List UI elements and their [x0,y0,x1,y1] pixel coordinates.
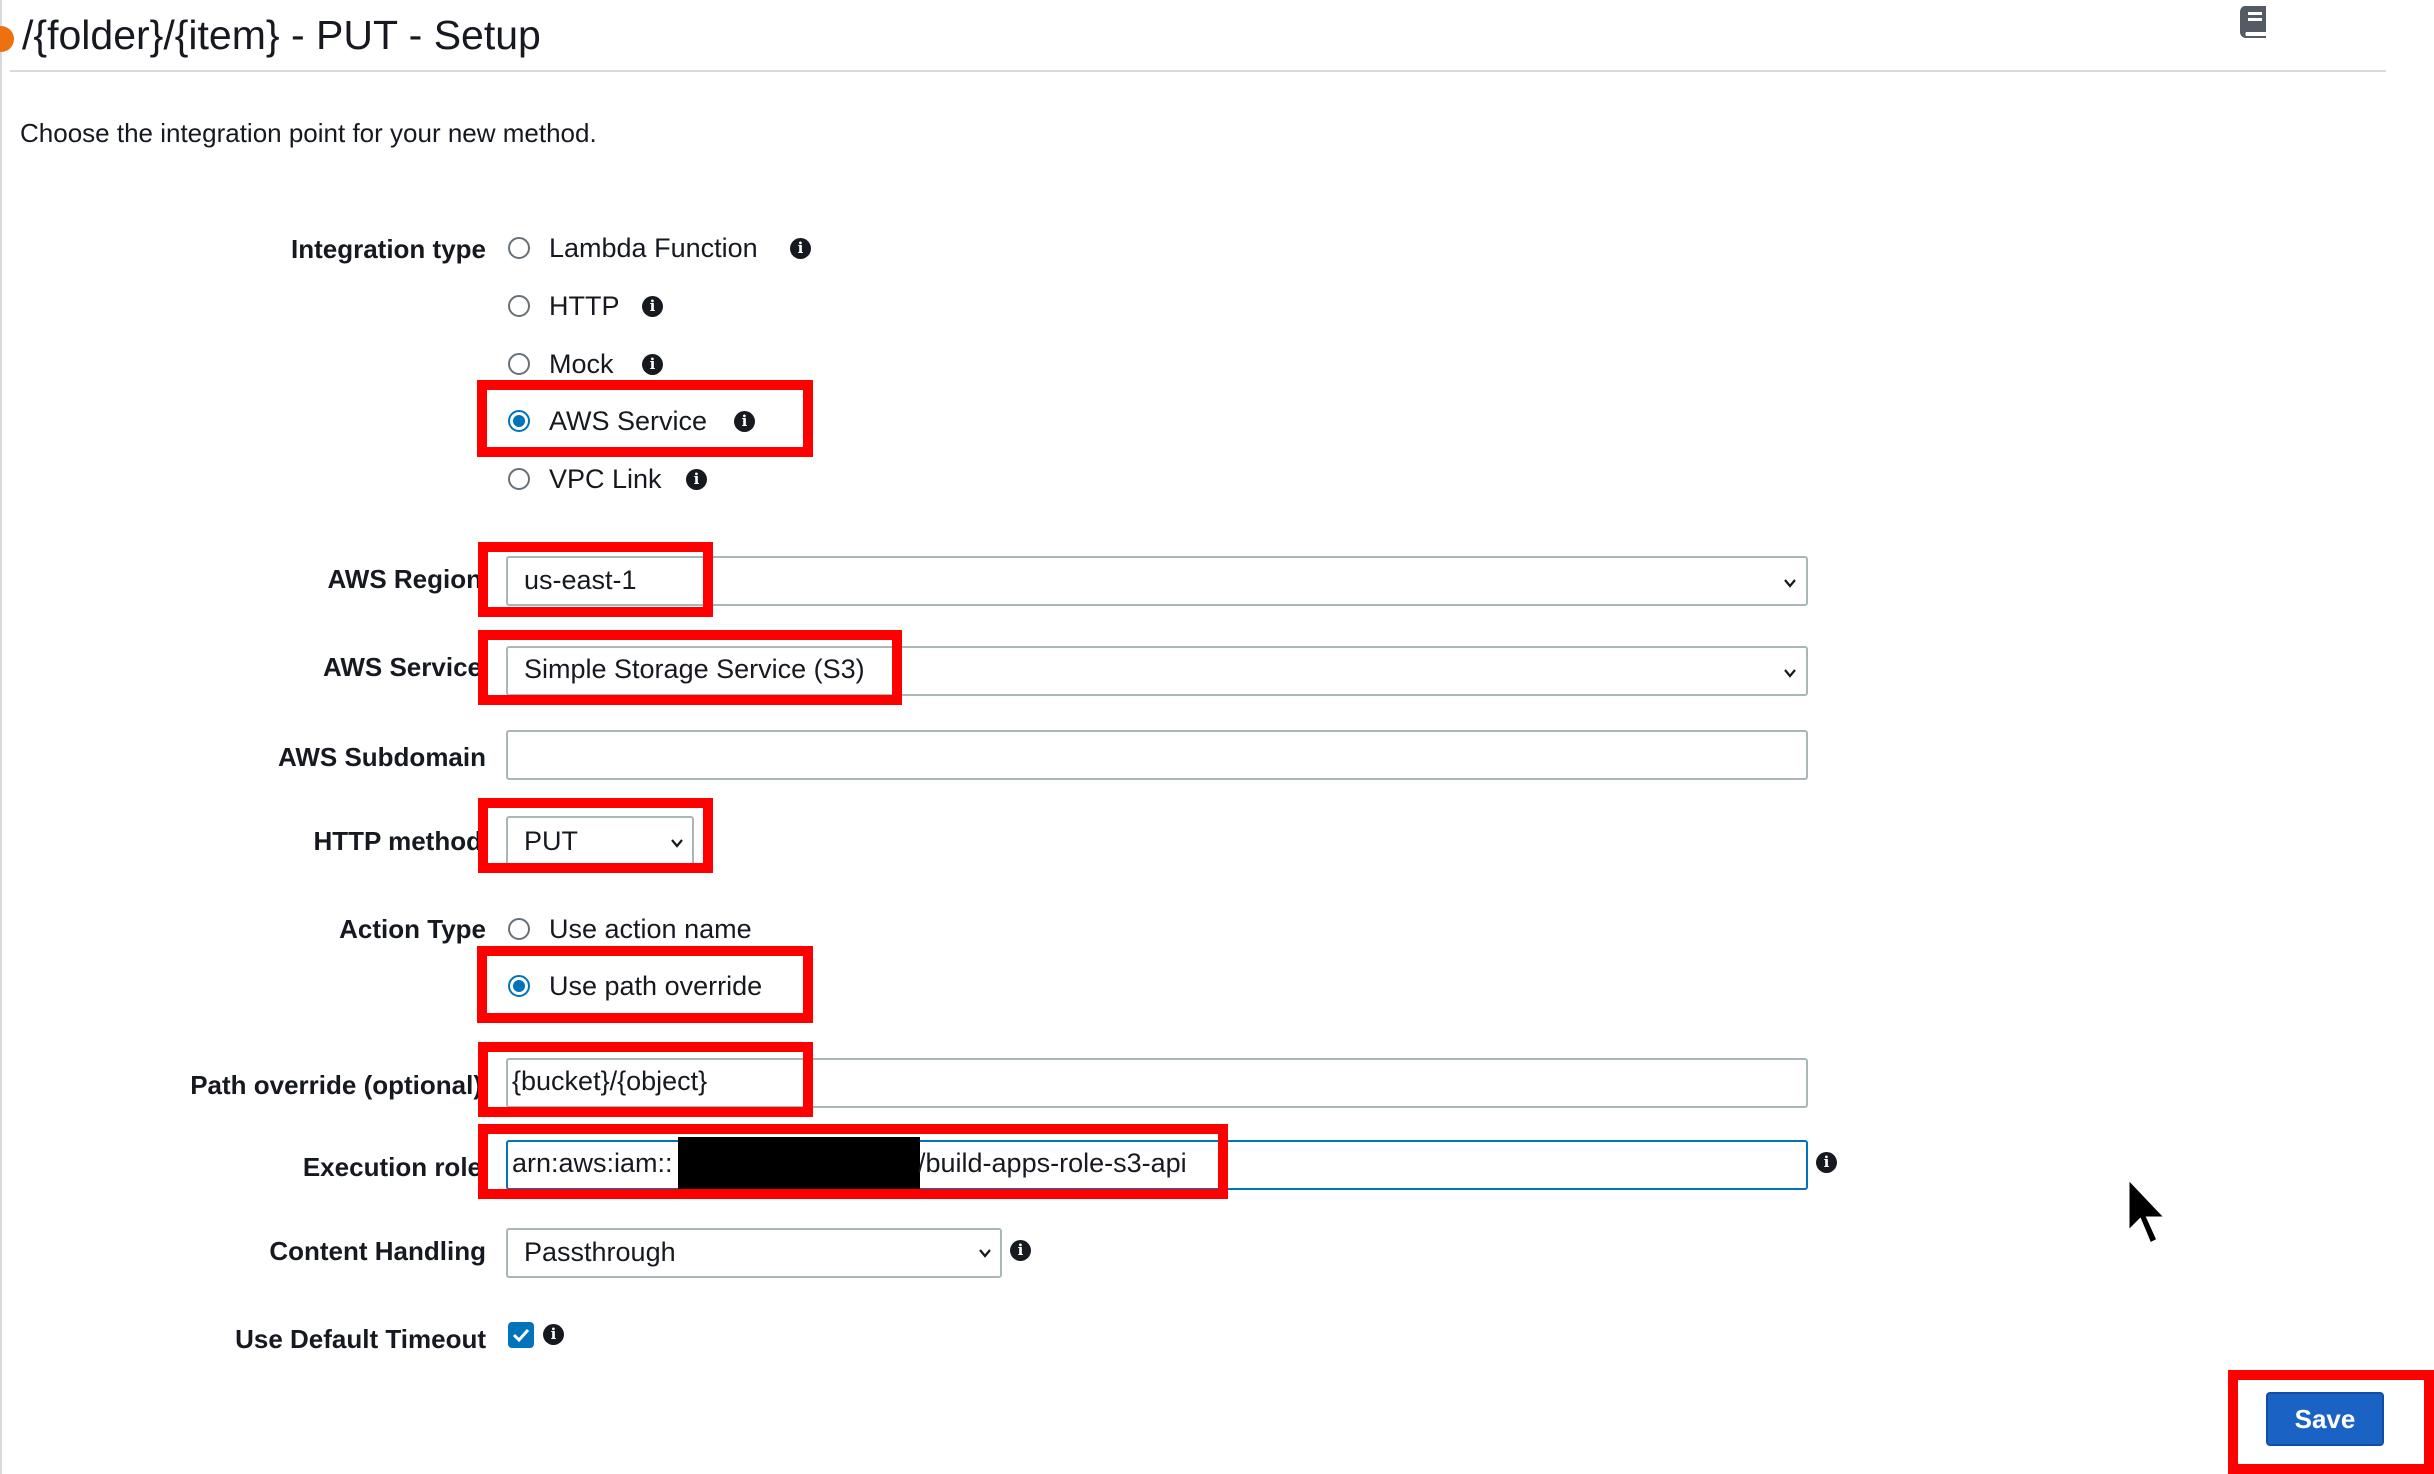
highlight-box [2228,1370,2434,1474]
method-status-dot [0,26,14,52]
chevron-down-icon [979,1249,991,1258]
info-icon[interactable]: i [686,469,707,490]
info-icon[interactable]: i [790,238,811,259]
radio-lambda-function-label: Lambda Function [549,233,758,263]
aws-subdomain-label: AWS Subdomain [278,742,486,772]
highlight-box [478,1124,1228,1199]
radio-http-label: HTTP [549,291,620,321]
intro-text: Choose the integration point for your ne… [20,118,597,148]
highlight-box [478,542,713,617]
page-left-border [0,0,2,1474]
page-title: /{folder}/{item} - PUT - Setup [22,12,541,58]
highlight-box [477,946,813,1023]
radio-mock-label: Mock [549,349,614,379]
radio-vpc-link[interactable] [508,468,530,490]
chevron-down-icon [1784,579,1796,588]
path-override-label: Path override (optional) [190,1070,482,1100]
highlight-box [478,798,713,873]
default-timeout-label: Use Default Timeout [235,1324,486,1354]
integration-type-label: Integration type [290,234,486,264]
radio-vpc-link-label: VPC Link [549,464,662,494]
radio-lambda-function[interactable] [508,237,530,259]
execution-role-label: Execution role [302,1152,482,1182]
radio-mock[interactable] [508,353,530,375]
radio-use-action-name-label: Use action name [549,914,752,944]
radio-use-action-name[interactable] [508,918,530,940]
content-handling-value: Passthrough [524,1237,676,1267]
highlight-box [478,1042,813,1117]
checkmark-icon [512,1328,530,1343]
mouse-pointer-icon [2126,1176,2170,1247]
chevron-down-icon [1784,669,1796,678]
info-icon[interactable]: i [642,354,663,375]
info-icon[interactable]: i [1010,1240,1031,1261]
title-divider [10,70,2386,72]
info-icon[interactable]: i [543,1324,564,1345]
aws-region-label: AWS Region [327,564,482,594]
book-icon[interactable] [2234,0,2274,40]
highlight-box [477,380,813,457]
aws-service-label: AWS Service [323,652,482,682]
highlight-box [478,630,902,705]
aws-subdomain-input[interactable] [506,730,1808,780]
content-handling-label: Content Handling [269,1236,486,1266]
info-icon[interactable]: i [1816,1152,1837,1173]
http-method-label: HTTP method [313,826,482,856]
radio-http[interactable] [508,295,530,317]
info-icon[interactable]: i [642,296,663,317]
default-timeout-checkbox[interactable] [508,1322,534,1348]
action-type-label: Action Type [339,914,486,944]
